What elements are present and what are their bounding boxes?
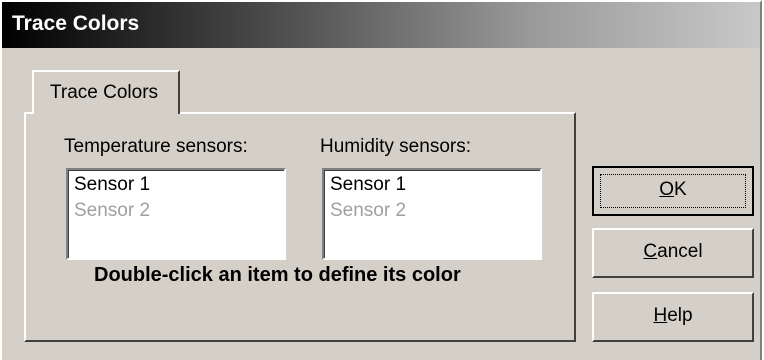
instruction-text: Double-click an item to define its color — [94, 264, 461, 286]
ok-button-label: OK — [659, 179, 687, 200]
humidity-sensor-1-item[interactable]: Sensor 1 — [330, 174, 406, 196]
cancel-button-label: Cancel — [643, 241, 703, 262]
title-bar[interactable]: Trace Colors — [2, 2, 760, 48]
humidity-sensors-list[interactable]: Sensor 1 Sensor 2 — [322, 168, 542, 260]
help-button[interactable]: Help — [592, 292, 754, 342]
tab-label: Trace Colors — [50, 82, 159, 103]
humidity-sensors-label: Humidity sensors: — [320, 136, 471, 157]
window-title: Trace Colors — [12, 12, 140, 35]
temperature-sensor-1-item[interactable]: Sensor 1 — [74, 174, 150, 196]
help-button-label: Help — [653, 305, 693, 326]
tab-trace-colors[interactable]: Trace Colors — [32, 70, 180, 114]
temperature-sensors-label: Temperature sensors: — [64, 136, 248, 157]
cancel-button[interactable]: Cancel — [592, 228, 754, 278]
temperature-sensors-list[interactable]: Sensor 1 Sensor 2 — [66, 168, 286, 260]
ok-button[interactable]: OK — [592, 166, 754, 216]
trace-colors-dialog: Trace Colors Trace Colors Temperature se… — [0, 0, 762, 360]
tab-panel: Temperature sensors: Sensor 1 Sensor 2 H… — [24, 112, 576, 342]
temperature-sensor-2-item[interactable]: Sensor 2 — [74, 200, 150, 222]
humidity-sensor-2-item[interactable]: Sensor 2 — [330, 200, 406, 222]
